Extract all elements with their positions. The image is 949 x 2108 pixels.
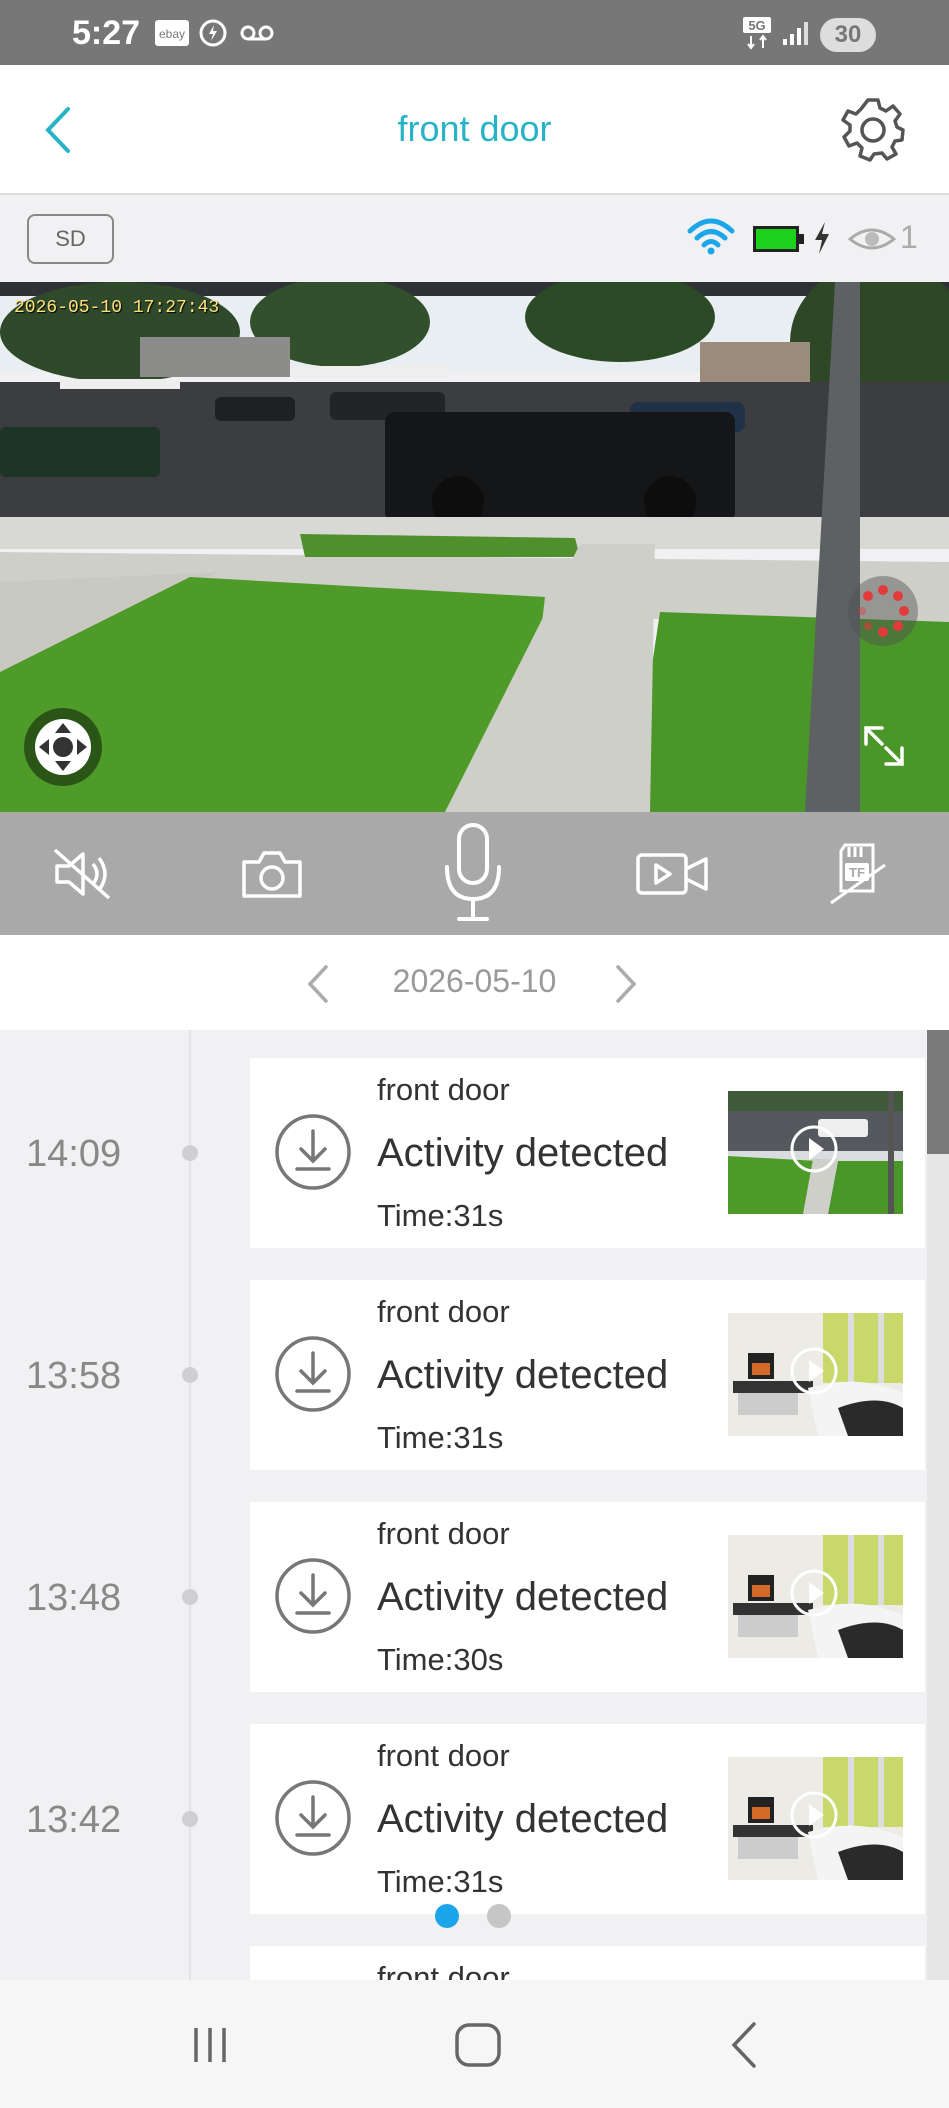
page-title: front door: [397, 108, 552, 149]
charging-icon: [812, 221, 832, 260]
event-duration: Time:31s: [377, 1198, 504, 1233]
page-indicator-dot[interactable]: [435, 1904, 459, 1928]
event-thumbnail[interactable]: [728, 1535, 903, 1658]
signal-icon: [780, 18, 810, 48]
wireless-charge-icon: [198, 18, 228, 48]
event-title: Activity detected: [377, 1575, 669, 1619]
event-title: Activity detected: [377, 1797, 669, 1841]
download-icon: [275, 1780, 351, 1856]
fullscreen-icon: [864, 726, 904, 766]
status-time: 5:27: [72, 14, 141, 52]
svg-text:ebay: ebay: [159, 27, 185, 41]
event-timeline: 14:09 front door Activity detected Time:31s…: [0, 1030, 949, 1980]
event-camera-name: front door: [377, 1294, 510, 1329]
event-card[interactable]: front door Activity detected Time:31s: [250, 1280, 925, 1470]
battery-indicator: 30: [820, 18, 876, 52]
home-button[interactable]: [448, 2018, 508, 2072]
event-duration: Time:30s: [377, 1642, 504, 1677]
event-time: 13:42: [26, 1799, 122, 1841]
fullscreen-button[interactable]: [854, 716, 914, 776]
scrollbar-track[interactable]: [927, 1030, 949, 1980]
info-bar: SD 1: [0, 197, 949, 282]
next-date-button[interactable]: [606, 959, 650, 1009]
recent-apps-button[interactable]: [180, 2020, 240, 2070]
record-video-icon: [636, 853, 708, 895]
event-duration: Time:31s: [377, 1420, 504, 1455]
event-camera-name: front door: [377, 1516, 510, 1551]
system-nav-bar: [0, 1980, 949, 2108]
settings-button[interactable]: [840, 97, 906, 163]
gear-icon: [841, 98, 905, 162]
event-time: 13:48: [26, 1577, 122, 1619]
network-5g-icon: 5G: [742, 17, 772, 50]
event-card[interactable]: front door: [250, 1946, 925, 1980]
app-bar: front door: [0, 65, 949, 195]
event-time: 13:58: [26, 1355, 122, 1397]
status-bar: 5:27 ebay 5G 30: [0, 0, 949, 65]
date-navigator: 2026-05-10: [0, 935, 949, 1030]
quality-sd-button[interactable]: SD: [27, 214, 114, 264]
snapshot-icon: [242, 851, 302, 898]
download-button[interactable]: [274, 1779, 352, 1857]
event-time: 14:09: [26, 1133, 122, 1175]
event-card[interactable]: front door Activity detected Time:30s: [250, 1502, 925, 1692]
event-camera-name: front door: [377, 1738, 510, 1773]
timeline-dot: [182, 1589, 198, 1605]
event-camera-name: front door: [377, 1072, 510, 1107]
camera-battery-icon: [752, 224, 804, 259]
timeline-dot: [182, 1811, 198, 1827]
current-date: 2026-05-10: [392, 963, 557, 999]
event-duration: Time:31s: [377, 1864, 504, 1899]
event-thumbnail[interactable]: [728, 1313, 903, 1436]
event-card[interactable]: front door Activity detected Time:31s: [250, 1058, 925, 1248]
control-bar: TF: [0, 812, 949, 935]
download-button[interactable]: [274, 1335, 352, 1413]
event-camera-name: front door: [377, 1960, 510, 1980]
voicemail-icon: [240, 18, 274, 48]
wifi-icon: [686, 217, 736, 262]
timeline-line: [189, 1030, 191, 1980]
ptz-control-button[interactable]: [24, 708, 102, 786]
ebay-icon: ebay: [155, 18, 189, 48]
chevron-right-icon: [616, 965, 637, 1003]
page-indicator-dot[interactable]: [487, 1904, 511, 1928]
live-video-view[interactable]: [0, 282, 949, 812]
viewer-count: 1: [900, 219, 918, 255]
svg-text:TF: TF: [849, 865, 865, 880]
event-title: Activity detected: [377, 1131, 669, 1175]
timeline-dot: [182, 1367, 198, 1383]
download-icon: [275, 1558, 351, 1634]
video-timestamp: 2026-05-10 17:27:43: [14, 298, 220, 318]
record-video-button[interactable]: [632, 834, 712, 914]
microphone-icon: [445, 823, 501, 921]
recent-apps-icon: [194, 2028, 226, 2062]
event-title: Activity detected: [377, 1353, 669, 1397]
tf-card-button[interactable]: TF: [818, 834, 898, 914]
timeline-dot: [182, 1145, 198, 1161]
back-arrow-icon: [731, 2022, 756, 2068]
download-icon: [275, 1336, 351, 1412]
event-thumbnail[interactable]: [728, 1091, 903, 1214]
event-thumbnail[interactable]: [728, 1757, 903, 1880]
system-back-button[interactable]: [718, 2018, 772, 2072]
eye-icon: [847, 225, 897, 258]
mute-button[interactable]: [44, 834, 124, 914]
download-icon: [275, 1114, 351, 1190]
ptz-joystick-icon: [35, 719, 91, 775]
talk-microphone-button[interactable]: [433, 812, 513, 932]
loading-spinner-icon: [848, 576, 918, 646]
tf-card-icon: TF: [830, 843, 886, 905]
download-button[interactable]: [274, 1113, 352, 1191]
snapshot-button[interactable]: [232, 834, 312, 914]
home-icon: [455, 2023, 501, 2067]
event-card[interactable]: front door Activity detected Time:31s: [250, 1724, 925, 1914]
svg-text:5G: 5G: [748, 18, 765, 33]
mute-icon: [53, 848, 111, 900]
scrollbar-thumb[interactable]: [927, 1030, 949, 1154]
download-button[interactable]: [274, 1557, 352, 1635]
camera-feed-image: [0, 282, 949, 812]
